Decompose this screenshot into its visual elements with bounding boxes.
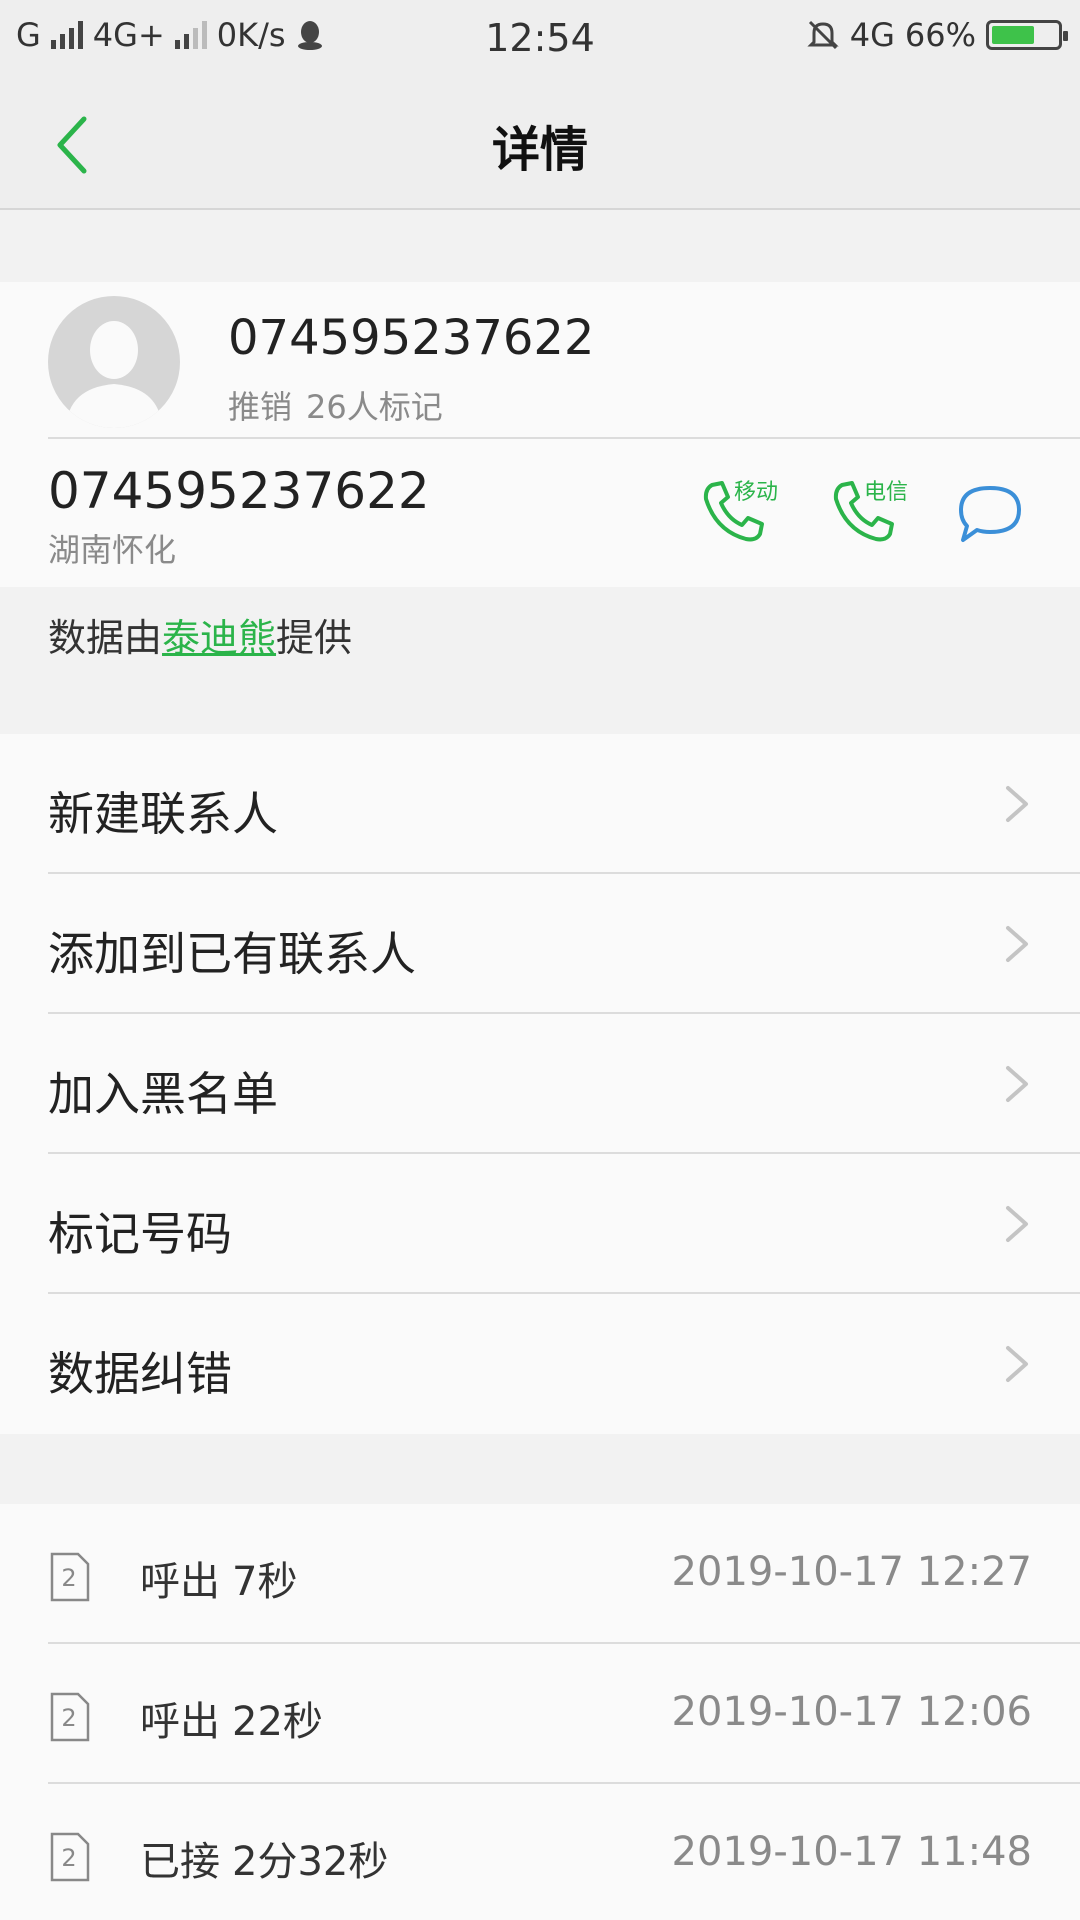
- contact-tag: 推销: [228, 388, 293, 426]
- call-type: 已接 2分32秒: [140, 1829, 388, 1887]
- action-label: 数据纠错: [48, 1347, 232, 1401]
- chevron-right-icon: [1006, 1346, 1028, 1382]
- call-log: 2 呼出 7秒 2019-10-17 12:27 2 呼出 22秒 2019-10-…: [0, 1504, 1080, 1920]
- call-type: 呼出 22秒: [140, 1689, 323, 1747]
- provider-suffix: 提供: [276, 616, 353, 660]
- action-block[interactable]: 加入黑名单: [0, 1014, 1080, 1154]
- page-title: 详情: [491, 122, 588, 178]
- action-label: 加入黑名单: [48, 1067, 278, 1121]
- call-log-row[interactable]: 2 呼出 22秒 2019-10-17 12:06: [0, 1644, 1080, 1784]
- status-bar: G 4G+ 0K/s 12:54 4G 66%: [0, 0, 1080, 75]
- top-bar: 详情: [0, 75, 1080, 210]
- action-label: 添加到已有联系人: [48, 927, 416, 981]
- battery-percent: 66%: [904, 16, 976, 54]
- contact-name: 074595237622: [228, 310, 595, 366]
- chevron-right-icon: [1006, 1066, 1028, 1102]
- call-time: 2019-10-17 12:27: [671, 1549, 1032, 1595]
- action-correct-data[interactable]: 数据纠错: [0, 1294, 1080, 1434]
- call-log-row[interactable]: 2 已接 2分32秒 2019-10-17 11:48: [0, 1784, 1080, 1920]
- call-time: 2019-10-17 12:06: [671, 1689, 1032, 1735]
- phone-number: 074595237622: [48, 462, 430, 520]
- sim-number: 2: [61, 1844, 77, 1872]
- action-list: 新建联系人 添加到已有联系人 加入黑名单 标记号码 数据纠错: [0, 734, 1080, 1434]
- sim-card-icon: 2: [48, 1832, 90, 1882]
- tag-line: 推销 26人标记: [228, 382, 443, 428]
- call-direction: 已接: [140, 1839, 220, 1885]
- call-type: 呼出 7秒: [140, 1549, 297, 1607]
- carrier-label-mobile: 移动: [734, 480, 779, 505]
- battery-icon: [986, 20, 1068, 50]
- call-time: 2019-10-17 11:48: [671, 1829, 1032, 1875]
- avatar: [48, 296, 180, 428]
- call-direction: 呼出: [140, 1559, 220, 1605]
- avatar-silhouette-icon: [66, 321, 162, 428]
- call-log-row[interactable]: 2 呼出 7秒 2019-10-17 12:27: [0, 1504, 1080, 1644]
- chevron-right-icon: [1006, 926, 1028, 962]
- message-icon[interactable]: [955, 482, 1025, 547]
- call-direction: 呼出: [140, 1699, 220, 1745]
- call-duration: 22秒: [232, 1699, 323, 1745]
- mark-count: 26人标记: [306, 388, 443, 426]
- action-label: 标记号码: [48, 1207, 232, 1261]
- carrier-label-telecom: 电信: [864, 480, 909, 505]
- call-duration: 7秒: [232, 1559, 298, 1605]
- phone-location: 湖南怀化: [48, 531, 177, 569]
- action-label: 新建联系人: [48, 787, 278, 841]
- call-mobile-button[interactable]: 移动: [698, 477, 798, 547]
- provider-prefix: 数据由: [48, 616, 163, 660]
- provider-link[interactable]: 泰迪熊: [162, 616, 276, 660]
- status-right: 4G 66%: [806, 16, 1068, 54]
- sim-card-icon: 2: [48, 1692, 90, 1742]
- action-new-contact[interactable]: 新建联系人: [0, 734, 1080, 874]
- sim-number: 2: [61, 1564, 77, 1592]
- call-telecom-button[interactable]: 电信: [828, 477, 928, 547]
- contact-card: 074595237622 推销 26人标记 074595237622 湖南怀化 移…: [0, 282, 1080, 587]
- action-add-to-contact[interactable]: 添加到已有联系人: [0, 874, 1080, 1014]
- chevron-right-icon: [1006, 786, 1028, 822]
- data-provider: 数据由泰迪熊提供: [0, 587, 1080, 734]
- sim-card-icon: 2: [48, 1552, 90, 1602]
- mute-bell-icon: [807, 20, 839, 50]
- network-label-3: 4G: [849, 16, 895, 54]
- action-mark-number[interactable]: 标记号码: [0, 1154, 1080, 1294]
- chevron-right-icon: [1006, 1206, 1028, 1242]
- divider: [48, 437, 1080, 439]
- sim-number: 2: [61, 1704, 77, 1732]
- call-duration: 2分32秒: [232, 1839, 389, 1885]
